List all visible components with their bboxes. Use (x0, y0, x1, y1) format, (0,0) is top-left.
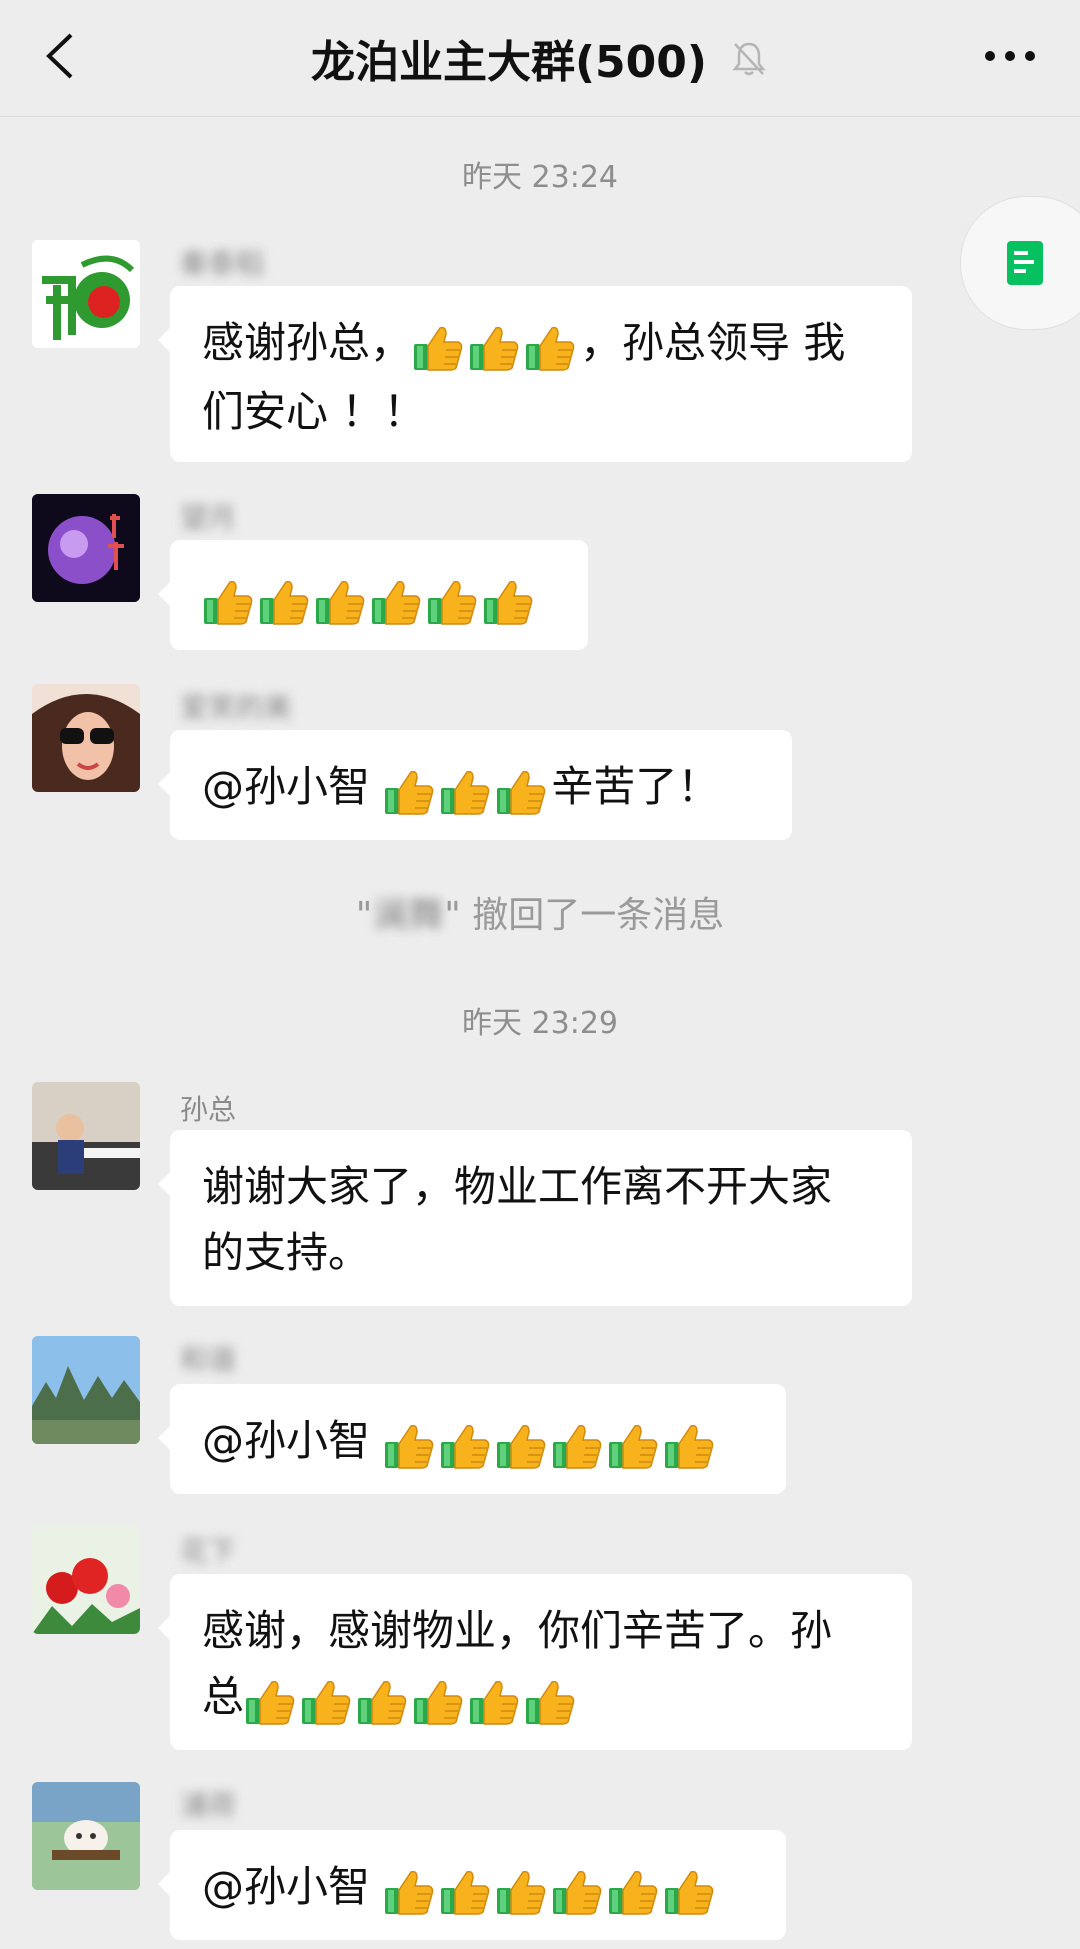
thumbs-up-group (383, 1857, 719, 1923)
message-text: @孙小智 (202, 1862, 384, 1911)
sender-name: 孙总 (180, 1093, 237, 1126)
sender-name: 和谐 (180, 1343, 237, 1376)
sender-name: 秦泰稻 (180, 247, 265, 280)
thumbs-up-icon (665, 1424, 714, 1469)
thumbs-up-icon (385, 1424, 434, 1469)
thumbs-up-icon (497, 770, 546, 815)
thumbs-up-group (383, 1411, 719, 1477)
thumbs-up-icon (414, 1680, 463, 1725)
thumbs-up-icon (497, 1424, 546, 1469)
thumbs-up-icon (441, 1424, 490, 1469)
message-text: 感谢，感谢物业，你们辛苦了。孙 (202, 1606, 833, 1655)
recall-name: 澜舞 (372, 895, 445, 936)
thumbs-up-icon (553, 1424, 602, 1469)
message-text: @孙小智 (202, 762, 384, 811)
message-text-line2: 的支持。 (202, 1228, 371, 1277)
thumbs-up-icon (470, 326, 519, 371)
avatar[interactable] (32, 1782, 140, 1890)
sender-name: 爱笑的美 (180, 691, 293, 724)
thumbs-up-icon (609, 1424, 658, 1469)
thumbs-up-icon (553, 1870, 602, 1915)
bell-off-icon (732, 42, 766, 76)
thumbs-up-group (244, 1667, 580, 1733)
thumbs-up-icon (609, 1870, 658, 1915)
message-bubble[interactable]: 感谢孙总， ，孙总领导 我 们安心 ！！ (158, 286, 912, 462)
thumbs-up-icon (204, 580, 253, 625)
message-bubble[interactable]: 谢谢大家了，物业工作离不开大家 的支持。 (158, 1130, 912, 1306)
message-bubble[interactable]: @孙小智 (158, 1384, 786, 1494)
thumbs-up-icon (526, 326, 575, 371)
thumbs-up-icon (385, 770, 434, 815)
message-text-line2: 们安心 ！！ (202, 386, 426, 436)
message-text-line2: 总 (202, 1672, 245, 1721)
avatar[interactable] (32, 494, 140, 602)
thumbs-up-group (412, 313, 580, 379)
message-bubble[interactable] (158, 540, 588, 650)
message-bubble[interactable]: 感谢，感谢物业，你们辛苦了。孙 总 (158, 1574, 912, 1750)
avatar[interactable] (32, 1526, 140, 1634)
thumbs-up-icon (316, 580, 365, 625)
thumbs-up-icon (665, 1870, 714, 1915)
thumbs-up-icon (441, 770, 490, 815)
message-text: 谢谢大家了，物业工作离不开大家 (202, 1162, 833, 1211)
message-bubble[interactable]: @孙小智 (158, 1830, 786, 1940)
thumbs-up-icon (246, 1680, 295, 1725)
thumbs-up-group (383, 757, 551, 823)
message-bubble[interactable]: @孙小智 辛苦了！ (158, 730, 792, 840)
thumbs-up-icon (497, 1870, 546, 1915)
message-text-after: 辛苦了！ (551, 762, 720, 811)
thumbs-up-icon (441, 1870, 490, 1915)
avatar[interactable] (32, 684, 140, 792)
chat-title-area: 龙泊业主大群(500) (200, 28, 880, 88)
avatar[interactable] (32, 1336, 140, 1444)
thumbs-up-icon (484, 580, 533, 625)
more-button[interactable] (970, 26, 1050, 86)
sender-name: 花下 (180, 1535, 237, 1568)
side-float-button[interactable] (960, 196, 1080, 330)
thumbs-up-icon (470, 1680, 519, 1725)
timestamp: 昨天 23:24 (462, 160, 618, 195)
avatar[interactable] (32, 1082, 140, 1190)
document-icon (1007, 241, 1043, 285)
thumbs-up-icon (302, 1680, 351, 1725)
recall-notice: "澜舞" 撤回了一条消息 (355, 895, 725, 936)
thumbs-up-icon (372, 580, 421, 625)
avatar[interactable] (32, 240, 140, 348)
back-button[interactable] (30, 26, 90, 86)
thumbs-up-icon (428, 580, 477, 625)
chat-title: 龙泊业主大群(500) (310, 37, 708, 88)
thumbs-up-icon (414, 326, 463, 371)
thumbs-up-icon (260, 580, 309, 625)
sender-name: 浦荷 (180, 1789, 237, 1822)
thumbs-up-icon (526, 1680, 575, 1725)
thumbs-up-icon (385, 1870, 434, 1915)
message-text: 感谢孙总， (202, 318, 413, 367)
message-text: @孙小智 (202, 1416, 384, 1465)
more-dots-icon (985, 51, 1035, 61)
sender-name: 望月 (180, 501, 237, 534)
timestamp: 昨天 23:29 (462, 1006, 618, 1041)
message-text-after: ，孙总领导 我 (580, 318, 846, 367)
thumbs-up-group (202, 567, 538, 633)
chevron-left-icon (46, 33, 73, 79)
thumbs-up-icon (358, 1680, 407, 1725)
chat-header: 龙泊业主大群(500) (0, 0, 1080, 117)
